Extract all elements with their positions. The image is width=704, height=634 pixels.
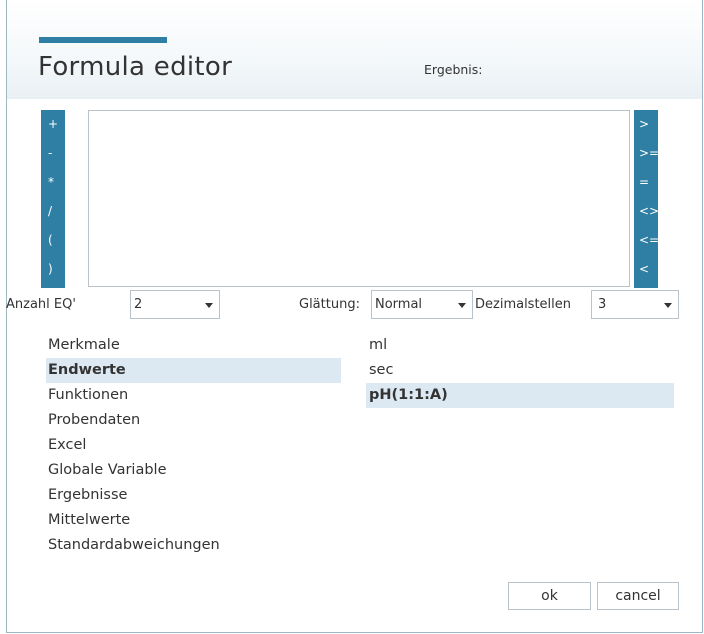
glaettung-value: Normal bbox=[375, 297, 423, 312]
multiply-operator-button[interactable]: * bbox=[41, 168, 65, 197]
less-equal-button[interactable]: <= bbox=[634, 226, 659, 255]
dezimal-label: Dezimalstellen bbox=[475, 297, 572, 312]
dezimal-value: 3 bbox=[598, 297, 607, 312]
chevron-down-icon bbox=[205, 303, 213, 308]
dialog-header: Formula editor Ergebnis: bbox=[7, 0, 702, 99]
greater-than-button[interactable]: > bbox=[634, 110, 658, 139]
minus-operator-button[interactable]: - bbox=[41, 139, 65, 168]
value-item-sec[interactable]: sec bbox=[366, 358, 674, 383]
result-label: Ergebnis: bbox=[424, 62, 483, 77]
comparison-operator-bar: > >= = <> <= < bbox=[634, 110, 659, 288]
less-than-button[interactable]: < bbox=[634, 255, 658, 284]
title-accent-bar bbox=[39, 37, 167, 43]
open-paren-button[interactable]: ( bbox=[41, 226, 65, 255]
ok-button[interactable]: ok bbox=[508, 582, 591, 610]
category-item-ergebnisse[interactable]: Ergebnisse bbox=[46, 483, 341, 508]
dialog-title: Formula editor bbox=[38, 52, 233, 82]
cancel-button[interactable]: cancel bbox=[597, 582, 679, 610]
greater-equal-button[interactable]: >= bbox=[634, 139, 659, 168]
not-equal-button[interactable]: <> bbox=[634, 197, 659, 226]
formula-input[interactable] bbox=[88, 110, 630, 287]
category-item-merkmale[interactable]: Merkmale bbox=[46, 333, 341, 358]
glaettung-label: Glättung: bbox=[299, 297, 360, 312]
category-item-probendaten[interactable]: Probendaten bbox=[46, 408, 341, 433]
category-item-endwerte[interactable]: Endwerte bbox=[46, 358, 341, 383]
close-paren-button[interactable]: ) bbox=[41, 255, 65, 284]
value-item-ml[interactable]: ml bbox=[366, 333, 674, 358]
chevron-down-icon bbox=[458, 303, 466, 308]
chevron-down-icon bbox=[664, 303, 672, 308]
plus-operator-button[interactable]: + bbox=[41, 110, 65, 139]
category-item-funktionen[interactable]: Funktionen bbox=[46, 383, 341, 408]
value-item-ph[interactable]: pH(1:1:A) bbox=[366, 383, 674, 408]
anzahl-label: Anzahl EQ' bbox=[6, 297, 76, 312]
divide-operator-button[interactable]: / bbox=[41, 197, 65, 226]
glaettung-select[interactable]: Normal bbox=[371, 290, 473, 319]
equal-button[interactable]: = bbox=[634, 168, 658, 197]
anzahl-value: 2 bbox=[134, 297, 143, 312]
category-list: Merkmale Endwerte Funktionen Probendaten… bbox=[46, 333, 341, 558]
value-list: ml sec pH(1:1:A) bbox=[366, 333, 674, 408]
formula-editor-dialog: Formula editor Ergebnis: + - * / ( ) > >… bbox=[6, 0, 703, 633]
dezimal-select[interactable]: 3 bbox=[591, 290, 679, 319]
category-item-excel[interactable]: Excel bbox=[46, 433, 341, 458]
category-item-globale-variable[interactable]: Globale Variable bbox=[46, 458, 341, 483]
category-item-standardabweichungen[interactable]: Standardabweichungen bbox=[46, 533, 341, 558]
anzahl-select[interactable]: 2 bbox=[130, 290, 220, 319]
arithmetic-operator-bar: + - * / ( ) bbox=[41, 110, 65, 288]
category-item-mittelwerte[interactable]: Mittelwerte bbox=[46, 508, 341, 533]
